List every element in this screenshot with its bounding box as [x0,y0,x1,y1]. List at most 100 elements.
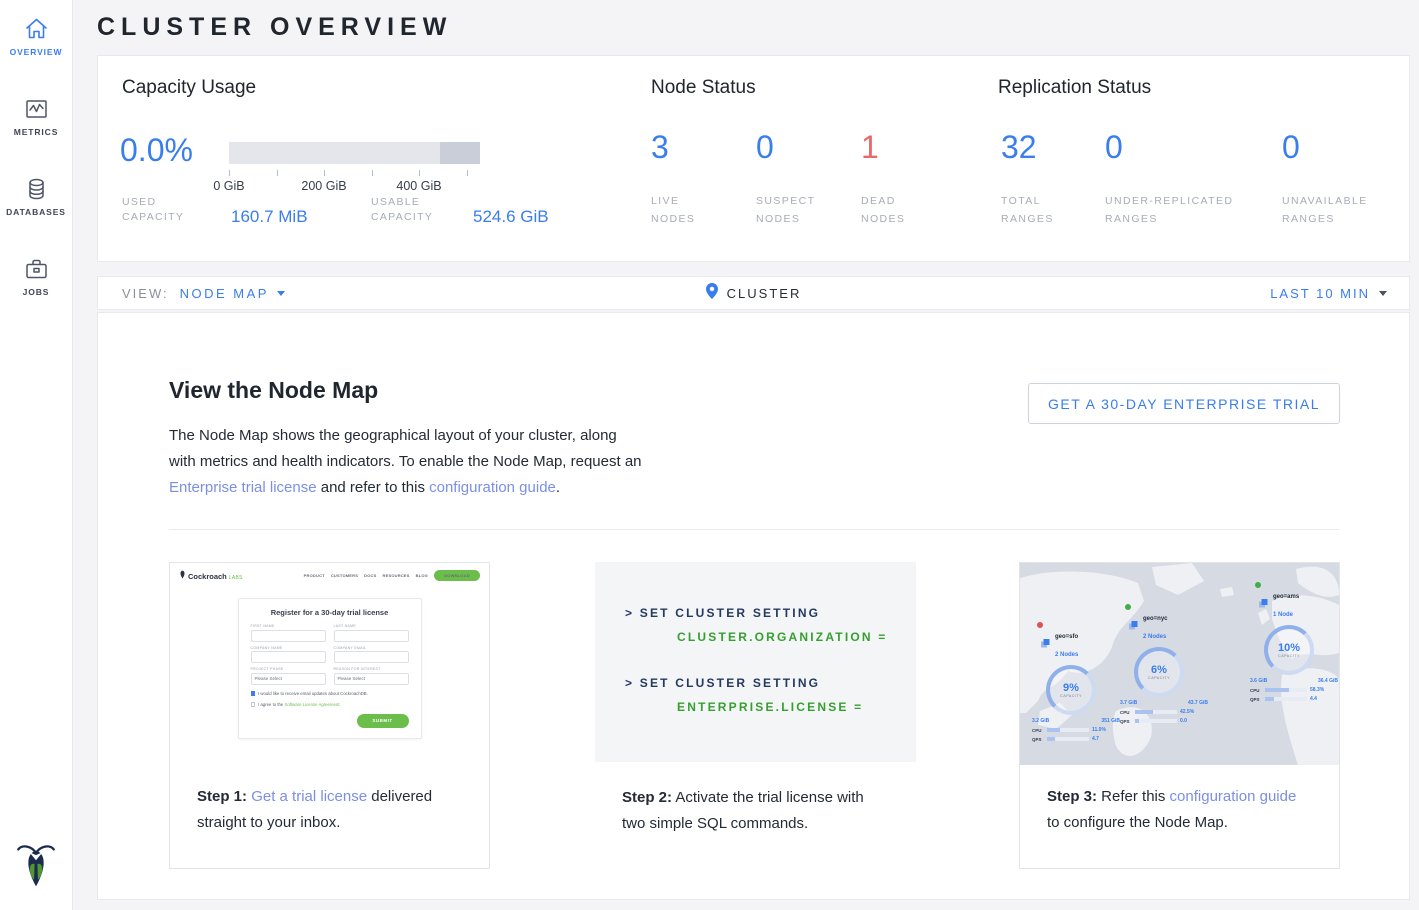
sidebar-item-overview[interactable]: OVERVIEW [0,16,72,57]
axis-tick-label: 0 GiB [209,179,249,193]
metrics-chart-icon [0,96,72,122]
capacity-bar-reserved-segment [440,142,480,164]
sidebar-item-jobs[interactable]: JOBS [0,256,72,297]
capacity-ring: 9% CAPACITY [1046,665,1096,715]
page-title: CLUSTER OVERVIEW [97,13,452,42]
step3-caption: Step 3: Refer this configuration guide t… [1020,763,1339,868]
capacity-usage-title: Capacity Usage [122,77,256,99]
home-icon [0,16,72,42]
sidebar-item-label: DATABASES [0,207,72,217]
axis-tick-label: 200 GiB [294,179,354,193]
checkbox-checked [251,691,256,696]
region-bubble-nyc: geo=nyc 2 Nodes 6% CAPACITY 3.7 GiB43.7 … [1120,607,1212,724]
node-map-preview: geo=sfo 2 Nodes 9% CAPACITY 3.2 GiB351 G… [1020,563,1339,765]
site-nav-item: RESOURCES [383,573,410,578]
site-submit-button: SUBMIT [357,714,409,728]
breadcrumb-label[interactable]: CLUSTER [727,286,802,301]
live-nodes-count: 3 [651,129,669,166]
suspect-nodes-label: SUSPECTNODES [756,192,815,228]
email-updates-checkbox-row: I would like to receive email updates ab… [251,691,409,696]
step2-caption: Step 2: Activate the trial license with … [595,764,916,869]
step1-caption: Step 1: Get a trial license delivered st… [170,763,489,868]
time-range-label: LAST 10 MIN [1270,286,1370,301]
location-pin-icon [706,283,718,304]
trial-registration-form: Register for a 30-day trial license FIRS… [238,598,422,739]
sql-line: > SET CLUSTER SETTING [625,676,916,690]
section-divider [169,529,1339,530]
axis-tick [229,170,230,176]
cluster-summary-card: Capacity Usage 0.0% 0 GiB 200 GiB 400 Gi… [97,55,1410,262]
form-field: COMPANY EMAIL [334,646,409,664]
region-bubble-sfo: geo=sfo 2 Nodes 9% CAPACITY 3.2 GiB351 G… [1032,625,1124,742]
view-bar: VIEW: NODE MAP CLUSTER LAST 10 MIN [97,276,1410,310]
used-capacity-value: 160.7 MiB [231,207,308,227]
cockroach-labs-logo-icon [15,841,57,894]
node-cubes-icon [1258,598,1269,609]
usable-capacity-value: 524.6 GiB [473,207,549,227]
node-status-title: Node Status [651,77,756,99]
database-icon [0,176,72,202]
suspect-nodes-count: 0 [756,129,774,166]
trial-license-site-preview: Cockroach LABS PRODUCT CUSTOMERS DOCS RE… [170,563,489,765]
sql-line: CLUSTER.ORGANIZATION = [677,630,916,644]
sql-line: ENTERPRISE.LICENSE = [677,700,916,714]
get-trial-license-link[interactable]: Get a trial license [251,788,367,805]
checkbox-unchecked [251,702,256,707]
under-replicated-ranges-label: UNDER-REPLICATEDRANGES [1105,192,1233,228]
total-ranges-label: TOTALRANGES [1001,192,1054,228]
axis-tick [419,170,420,176]
node-map-panel: View the Node Map The Node Map shows the… [97,312,1410,900]
axis-tick [277,170,278,176]
site-header: Cockroach LABS PRODUCT CUSTOMERS DOCS RE… [170,563,489,587]
site-nav-item: DOCS [364,573,376,578]
under-replicated-ranges-count: 0 [1105,129,1123,166]
step2-card: > SET CLUSTER SETTING CLUSTER.ORGANIZATI… [595,562,916,869]
sidebar-item-label: OVERVIEW [0,47,72,57]
dead-nodes-label: DEADNODES [861,192,905,228]
enterprise-trial-license-link[interactable]: Enterprise trial license [169,479,317,496]
license-agreement-checkbox-row: I agree to the Software License Agreemen… [251,702,409,707]
capacity-percent: 0.0% [120,132,193,169]
site-download-button: DOWNLOAD [434,570,480,581]
unavailable-ranges-count: 0 [1282,129,1300,166]
enterprise-trial-button[interactable]: GET A 30-DAY ENTERPRISE TRIAL [1028,383,1340,424]
step1-card: Cockroach LABS PRODUCT CUSTOMERS DOCS RE… [169,562,490,869]
live-node-badge [1125,604,1131,610]
main-content: CLUSTER OVERVIEW Capacity Usage 0.0% 0 G… [73,0,1419,910]
sidebar-item-label: JOBS [0,287,72,297]
axis-tick [467,170,468,176]
replication-status-title: Replication Status [998,77,1151,99]
total-ranges-count: 32 [1001,129,1037,166]
site-nav-item: PRODUCT [304,573,325,578]
used-capacity-label: USEDCAPACITY [122,195,184,225]
time-range-dropdown[interactable]: LAST 10 MIN [1270,277,1387,309]
axis-tick [372,170,373,176]
sidebar-item-databases[interactable]: DATABASES [0,176,72,217]
sidebar: OVERVIEW METRICS DATABASES [0,0,73,910]
briefcase-icon [0,256,72,282]
usable-capacity-label: USABLECAPACITY [371,195,433,225]
dead-node-badge [1037,622,1043,628]
sql-line: > SET CLUSTER SETTING [625,606,916,620]
site-logo: Cockroach LABS [179,570,243,581]
node-cubes-icon [1128,620,1139,631]
sidebar-item-metrics[interactable]: METRICS [0,96,72,137]
capacity-bar [229,142,480,164]
form-field: REASON FOR INTERESTPlease Select [334,667,409,685]
form-title: Register for a 30-day trial license [251,608,409,617]
node-map-description: The Node Map shows the geographical layo… [169,423,647,501]
axis-tick [324,170,325,176]
chevron-down-icon [1379,291,1387,296]
dead-nodes-count: 1 [861,129,879,166]
capacity-ring: 10% CAPACITY [1264,625,1314,675]
sidebar-item-label: METRICS [0,127,72,137]
capacity-ring: 6% CAPACITY [1134,647,1184,697]
node-map-title: View the Node Map [169,377,378,404]
form-field: COMPANY NAME [251,646,326,664]
configuration-guide-link[interactable]: configuration guide [429,479,556,496]
configuration-guide-link[interactable]: configuration guide [1170,788,1297,805]
region-bubble-ams: geo=ams 1 Node 10% CAPACITY 3.6 GiB36.4 … [1250,585,1339,702]
sql-code-block: > SET CLUSTER SETTING CLUSTER.ORGANIZATI… [595,562,916,762]
step3-card: geo=sfo 2 Nodes 9% CAPACITY 3.2 GiB351 G… [1019,562,1340,869]
cluster-overview-page: OVERVIEW METRICS DATABASES [0,0,1419,910]
